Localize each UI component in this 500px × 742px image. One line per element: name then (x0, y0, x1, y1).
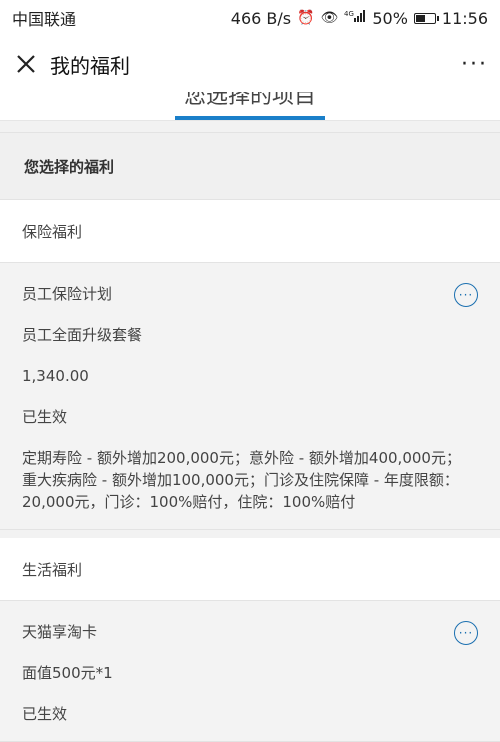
status-bar: 中国联通 466 B/s ⏰ 👁 4G 50% 11:56 (0, 0, 500, 36)
close-button[interactable] (12, 50, 40, 78)
divider (0, 530, 500, 538)
more-circle-icon[interactable]: ··· (454, 283, 478, 307)
benefit-amount: 1,340.00 (22, 367, 89, 385)
alarm-icon: ⏰ (297, 10, 315, 26)
benefit-item-insurance-plan[interactable]: ··· 员工保险计划 员工全面升级套餐 1,340.00 已生效 定期寿险 - … (0, 263, 500, 530)
carrier-label: 中国联通 (12, 10, 77, 29)
section-title: 您选择的福利 (0, 132, 500, 200)
tab-active-indicator (175, 116, 325, 120)
benefit-status: 已生效 (22, 408, 68, 426)
signal-icon: 4G (344, 9, 366, 27)
benefit-name: 天猫享淘卡 (22, 623, 98, 641)
nav-bar: 我的福利 ··· (0, 36, 500, 92)
group-title-insurance: 保险福利 (0, 200, 500, 263)
battery-icon (413, 12, 439, 24)
benefits-list: 您选择的福利 保险福利 ··· 员工保险计划 员工全面升级套餐 1,340.00… (0, 132, 500, 742)
benefit-item-tmall-card[interactable]: ··· 天猫享淘卡 面值500元*1 已生效 (0, 601, 500, 742)
benefit-description: 定期寿险 - 额外增加200,000元；意外险 - 额外增加400,000元；重… (22, 449, 461, 511)
battery-percent: 50% (372, 8, 408, 28)
tab-strip: 您选择的项目 (0, 92, 500, 121)
svg-text:4G: 4G (344, 10, 354, 18)
benefit-plan: 员工全面升级套餐 (22, 326, 143, 344)
status-right: 466 B/s ⏰ 👁 4G 50% 11:56 (231, 9, 488, 28)
network-speed: 466 B/s (230, 8, 292, 28)
clock: 11:56 (441, 8, 488, 28)
close-icon (17, 55, 35, 73)
group-title-lifestyle: 生活福利 (0, 538, 500, 601)
benefit-status: 已生效 (22, 705, 68, 723)
eye-icon: 👁 (320, 10, 339, 26)
page-title: 我的福利 (50, 53, 130, 78)
tab-selected-items[interactable]: 您选择的项目 (0, 92, 500, 110)
more-circle-icon[interactable]: ··· (454, 621, 478, 645)
benefit-name: 员工保险计划 (22, 285, 113, 303)
benefit-plan: 面值500元*1 (22, 664, 113, 682)
more-options-button[interactable]: ··· (461, 52, 488, 77)
